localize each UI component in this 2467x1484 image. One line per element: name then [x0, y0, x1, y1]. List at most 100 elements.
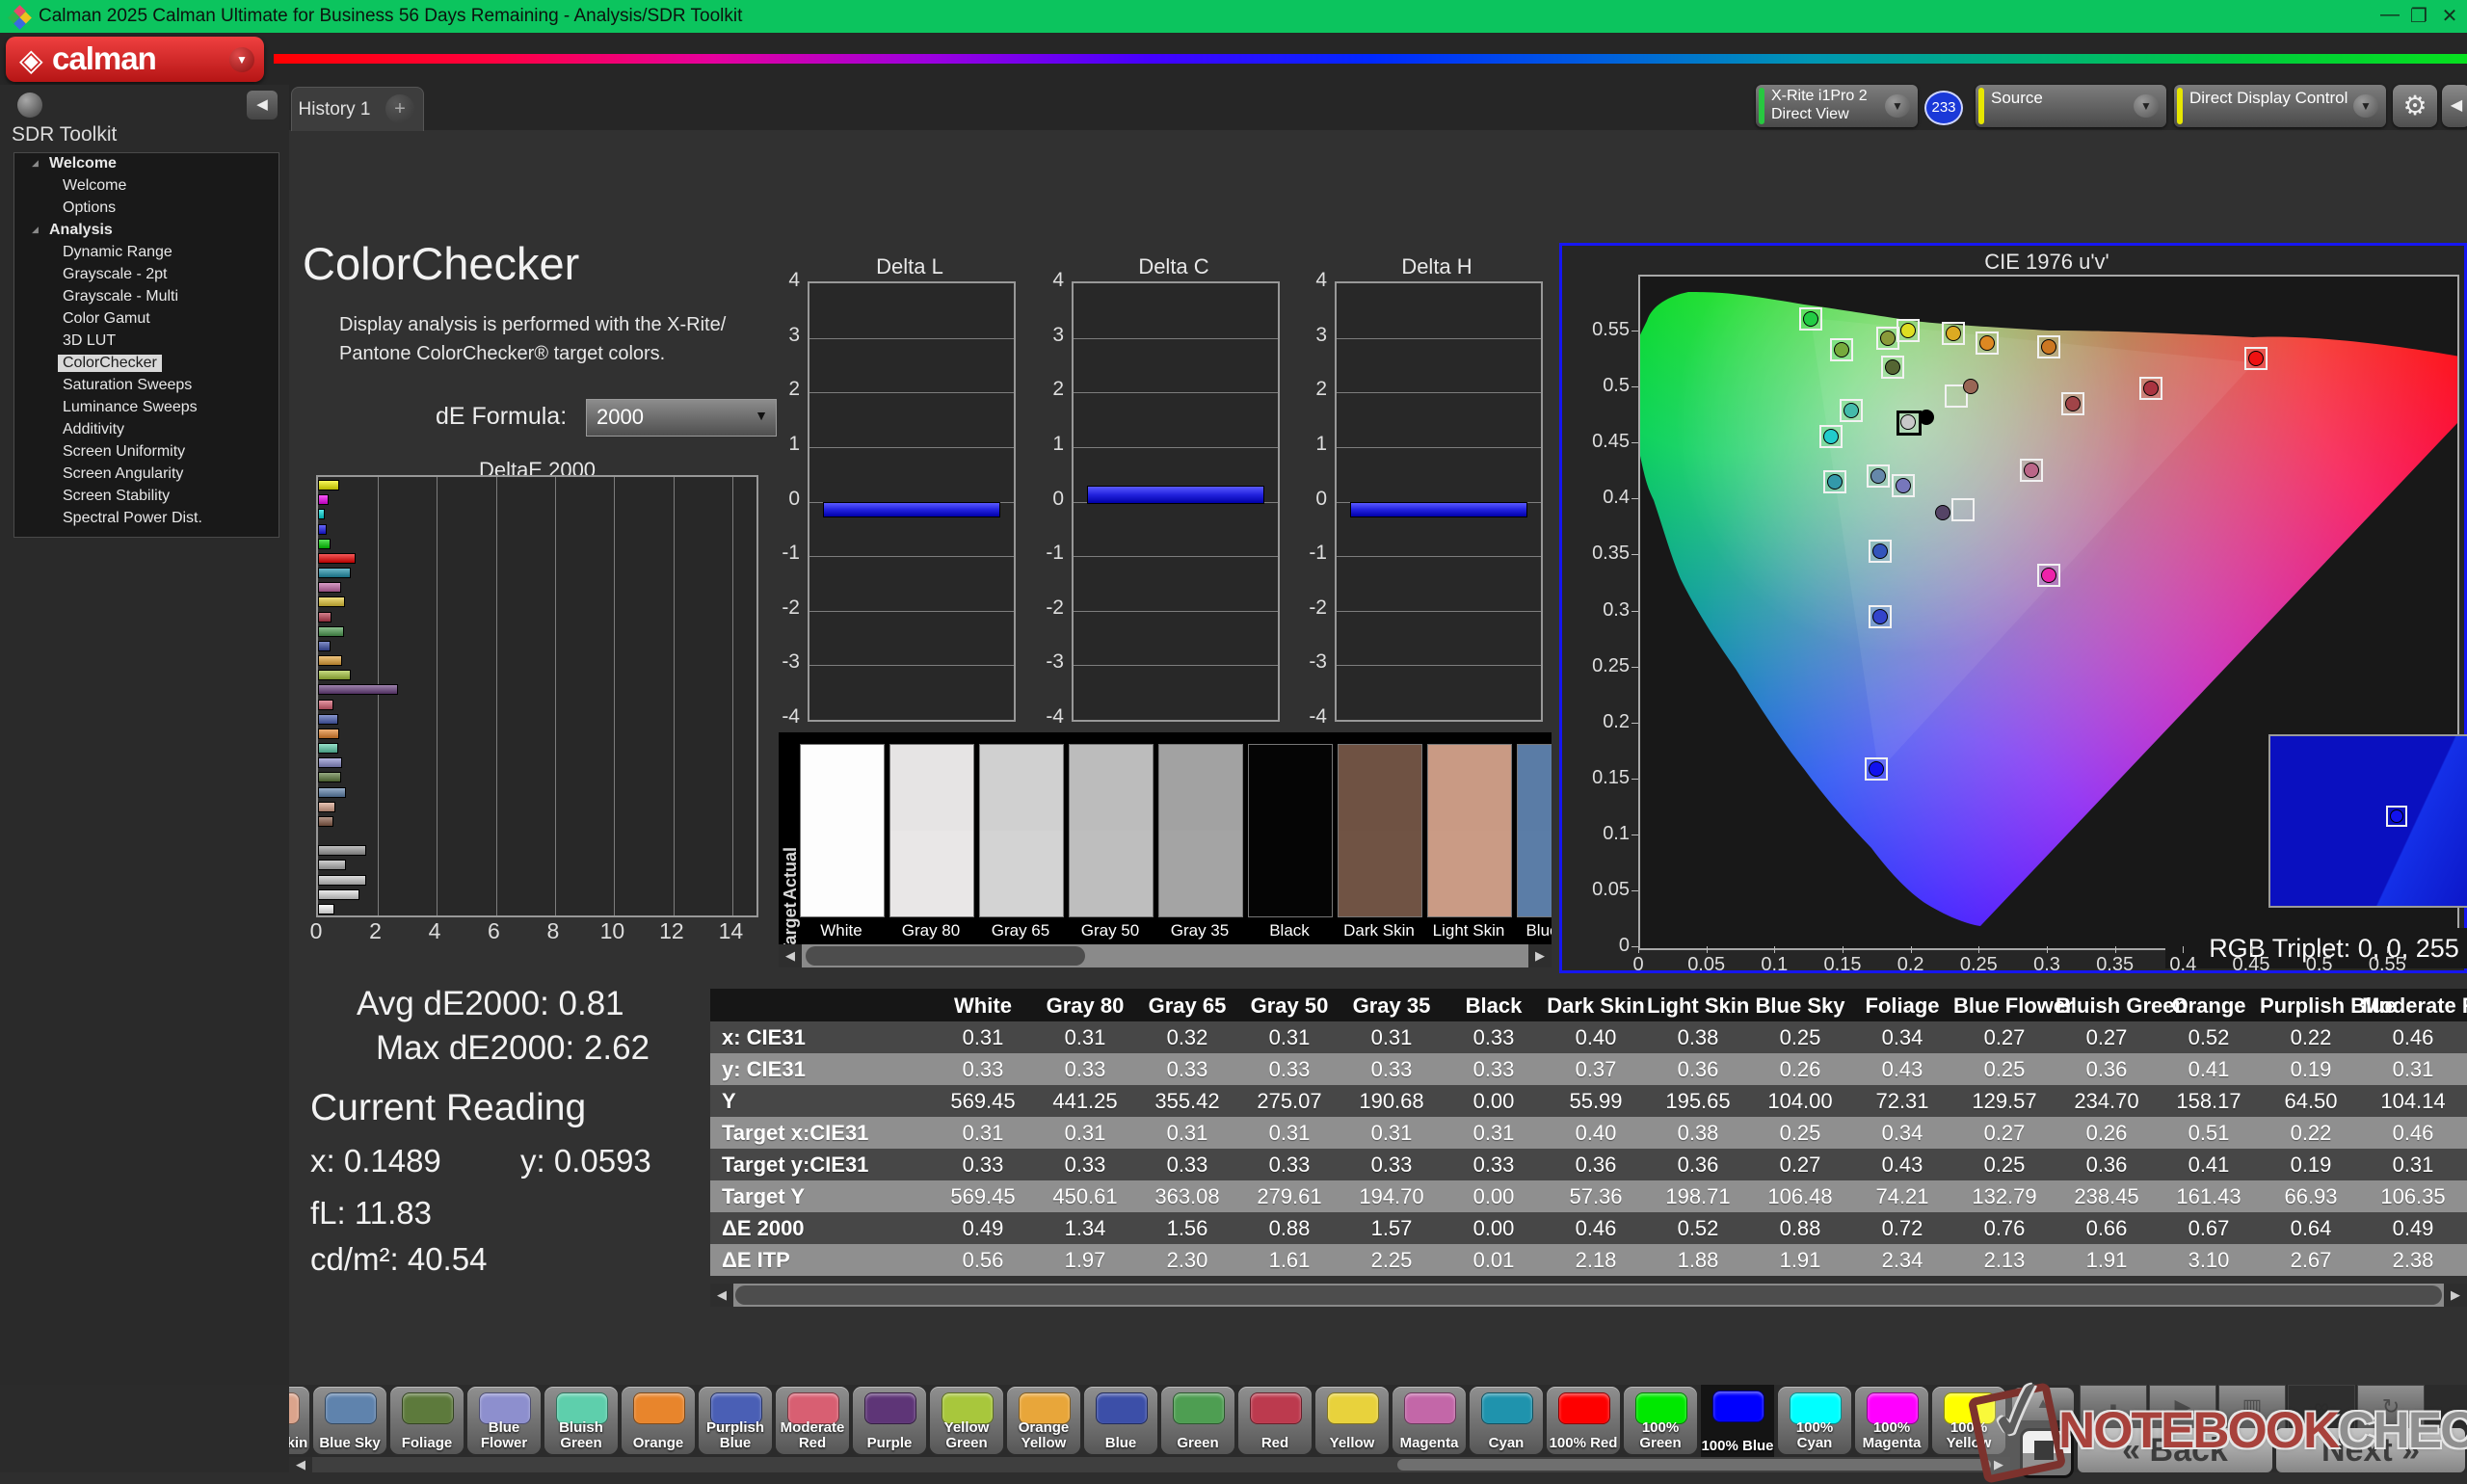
- add-tab-button[interactable]: +: [377, 87, 424, 131]
- display-control-selector[interactable]: Direct Display Control ▼: [2174, 85, 2386, 127]
- scrollbar-thumb[interactable]: [806, 946, 1085, 966]
- sidebar-item-welcome[interactable]: Welcome: [14, 175, 279, 198]
- swatch-actual: [980, 745, 1063, 831]
- calman-menu-button[interactable]: ◈ calman ▼: [6, 37, 264, 82]
- patch-button-light-skin[interactable]: Light Skin: [289, 1387, 309, 1454]
- tab-history-1[interactable]: History 1: [291, 87, 378, 131]
- patch-button-100-magenta[interactable]: 100% Magenta: [1855, 1387, 1928, 1454]
- table-cell: 64.50: [2260, 1089, 2362, 1114]
- swatch-target: [1428, 831, 1511, 916]
- swatch-tile-black: [1248, 744, 1333, 917]
- table-cell: 0.22: [2260, 1025, 2362, 1050]
- patch-button-yellow[interactable]: Yellow: [1315, 1387, 1389, 1454]
- toolbar-icon-button-4[interactable]: ↻: [2357, 1385, 2425, 1429]
- current-reading-heading: Current Reading: [310, 1087, 586, 1129]
- sidebar-item-3d-lut[interactable]: 3D LUT: [14, 331, 279, 353]
- patch-button-yellow-green[interactable]: Yellow Green: [930, 1387, 1003, 1454]
- patch-button-foliage[interactable]: Foliage: [390, 1387, 464, 1454]
- toolbar-icon-button-1[interactable]: ▶: [2149, 1385, 2216, 1429]
- app-icon: [10, 7, 31, 28]
- collapse-panel-button[interactable]: ◀: [2442, 85, 2467, 127]
- patch-button-red[interactable]: Red: [1238, 1387, 1312, 1454]
- cie-y-tick-mark: [1631, 442, 1638, 443]
- patch-button-100-red[interactable]: 100% Red: [1547, 1387, 1620, 1454]
- patch-button-blue[interactable]: Blue: [1084, 1387, 1157, 1454]
- toolbar-icon-button-3[interactable]: ∞: [2288, 1385, 2355, 1429]
- scrollbar-thumb[interactable]: [735, 1285, 2442, 1305]
- patch-button-orange[interactable]: Orange: [622, 1387, 695, 1454]
- sidebar-group-analysis[interactable]: ◢Analysis: [14, 220, 279, 242]
- sidebar-item-colorchecker[interactable]: ColorChecker: [14, 353, 279, 375]
- patch-list-up-button[interactable]: ▲: [2012, 1388, 2074, 1420]
- patch-button-purple[interactable]: Purple: [853, 1387, 926, 1454]
- table-cell: 2.25: [1340, 1248, 1443, 1273]
- scroll-left-icon[interactable]: ◀: [779, 944, 802, 967]
- close-button[interactable]: ✕: [2430, 4, 2467, 28]
- patch-button-blue-sky[interactable]: Blue Sky: [313, 1387, 386, 1454]
- sidebar-item-screen-stability[interactable]: Screen Stability: [14, 486, 279, 508]
- scrollbar-thumb[interactable]: [1397, 1459, 1991, 1471]
- sidebar-item-saturation-sweeps[interactable]: Saturation Sweeps: [14, 375, 279, 397]
- meter-selector[interactable]: X-Rite i1Pro 2 Direct View ▼: [1756, 85, 1918, 127]
- sidebar-item-color-gamut[interactable]: Color Gamut: [14, 308, 279, 331]
- de-formula-select[interactable]: 2000 ▼: [586, 399, 777, 437]
- cie-chart-title: CIE 1976 u'v': [1638, 250, 2455, 275]
- sidebar-item-dynamic-range[interactable]: Dynamic Range: [14, 242, 279, 264]
- sidebar-group-welcome[interactable]: ◢Welcome: [14, 153, 279, 175]
- patch-button-bluish-green[interactable]: Bluish Green: [544, 1387, 618, 1454]
- settings-button[interactable]: ⚙: [2393, 85, 2437, 127]
- table-cell: 0.46: [1545, 1216, 1647, 1241]
- patch-button-100-yellow[interactable]: 100% Yellow: [1932, 1387, 2005, 1454]
- patch-button-purplish-blue[interactable]: Purplish Blue: [699, 1387, 772, 1454]
- patch-button-cyan[interactable]: Cyan: [1470, 1387, 1543, 1454]
- patch-button-green[interactable]: Green: [1161, 1387, 1234, 1454]
- table-cell: 198.71: [1647, 1184, 1749, 1209]
- cie-zoom-inset: [2268, 734, 2467, 908]
- cie-1976-panel[interactable]: CIE 1976 u'v': [1559, 243, 2467, 973]
- sidebar-item-luminance-sweeps[interactable]: Luminance Sweeps: [14, 397, 279, 419]
- next-button[interactable]: Next »: [2276, 1428, 2465, 1472]
- swatch-strip-scrollbar[interactable]: ◀ ▶: [779, 944, 1552, 967]
- cie-measured-dot: [1935, 505, 1950, 520]
- scroll-left-icon[interactable]: ◀: [289, 1457, 312, 1472]
- sidebar-item-options[interactable]: Options: [14, 198, 279, 220]
- patch-strip-scrollbar[interactable]: ◀ ▶: [289, 1457, 2010, 1472]
- sidebar-item-additivity[interactable]: Additivity: [14, 419, 279, 441]
- sidebar-item-screen-angularity[interactable]: Screen Angularity: [14, 464, 279, 486]
- tree-expander-icon[interactable]: ◢: [32, 225, 39, 235]
- table-header-orange: Orange: [2158, 994, 2260, 1019]
- back-button[interactable]: « Back: [2078, 1428, 2272, 1472]
- patch-button-label: 100% Magenta: [1855, 1420, 1928, 1451]
- sidebar-knob[interactable]: [17, 93, 42, 118]
- source-selector[interactable]: Source ▼: [1976, 85, 2166, 127]
- patch-window-button[interactable]: [2020, 1428, 2074, 1478]
- scroll-right-icon[interactable]: ▶: [1528, 944, 1552, 967]
- cie-measured-dot: [2143, 381, 2159, 396]
- sidebar-collapse-button[interactable]: ◀: [247, 91, 278, 119]
- scroll-left-icon[interactable]: ◀: [710, 1284, 733, 1307]
- sidebar-item-screen-uniformity[interactable]: Screen Uniformity: [14, 441, 279, 464]
- patch-button-label: 100% Red: [1547, 1436, 1620, 1451]
- cie-y-tick-mark: [1631, 779, 1638, 780]
- sidebar-item-spectral-power-dist-[interactable]: Spectral Power Dist.: [14, 508, 279, 530]
- patch-button-100-green[interactable]: 100% Green: [1624, 1387, 1697, 1454]
- table-scrollbar[interactable]: ◀ ▶: [710, 1284, 2467, 1307]
- patch-button-moderate-red[interactable]: Moderate Red: [776, 1387, 849, 1454]
- tree-expander-icon[interactable]: ◢: [32, 158, 39, 169]
- patch-button-blue-flower[interactable]: Blue Flower: [467, 1387, 541, 1454]
- delta-chart-title: Delta L: [808, 254, 1012, 279]
- deltae-bar-bluish-green: [318, 743, 338, 754]
- delta-y-tick-label: 2: [1031, 378, 1064, 401]
- patch-button-100-blue[interactable]: 100% Blue: [1701, 1385, 1774, 1457]
- toolbar-icon-button-2[interactable]: ▥: [2218, 1385, 2286, 1429]
- sidebar-item-grayscale-2pt[interactable]: Grayscale - 2pt: [14, 264, 279, 286]
- patch-button-magenta[interactable]: Magenta: [1393, 1387, 1466, 1454]
- sidebar-item-label: Screen Uniformity: [63, 443, 185, 461]
- deltae-gridline: [732, 477, 733, 915]
- scroll-right-icon[interactable]: ▶: [2444, 1284, 2467, 1307]
- patch-button-orange-yellow[interactable]: Orange Yellow: [1007, 1387, 1080, 1454]
- patch-button-100-cyan[interactable]: 100% Cyan: [1778, 1387, 1851, 1454]
- sidebar-item-grayscale-multi[interactable]: Grayscale - Multi: [14, 286, 279, 308]
- toolbar-icon-button-0[interactable]: ▪: [2080, 1385, 2147, 1429]
- table-cell: 0.31: [1443, 1121, 1545, 1146]
